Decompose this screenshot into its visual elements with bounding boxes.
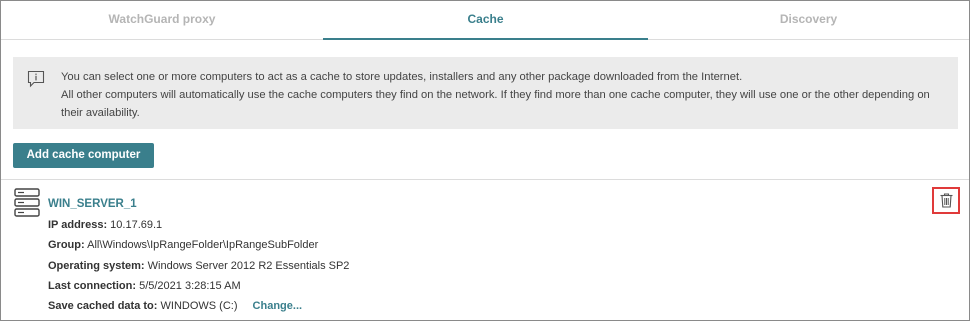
ip-address-label: IP address: [48,219,108,231]
cache-settings-panel: WatchGuard proxy Cache Discovery You can… [0,0,970,321]
save-cached-data-value: WINDOWS (C:) [160,300,238,312]
info-text-line-2: All other computers will automatically u… [61,89,930,119]
last-connection-label: Last connection: [48,280,137,292]
group-value: All\Windows\IpRangeFolder\IpRangeSubFold… [87,239,319,251]
info-comment-icon [27,70,45,88]
ip-address-value: 10.17.69.1 [110,219,163,231]
trash-icon [940,193,953,208]
save-cached-data-label: Save cached data to: [48,300,158,312]
tab-bar: WatchGuard proxy Cache Discovery [1,1,969,40]
last-connection-value: 5/5/2021 3:28:15 AM [139,280,241,292]
last-connection-row: Last connection: 5/5/2021 3:28:15 AM [48,280,241,292]
os-label: Operating system: [48,260,145,272]
change-location-link[interactable]: Change... [253,300,303,312]
os-value: Windows Server 2012 R2 Essentials SP2 [147,260,350,272]
group-label: Group: [48,239,85,251]
tab-cache[interactable]: Cache [323,1,648,40]
add-cache-computer-button[interactable]: Add cache computer [13,143,154,168]
info-text-line-1: You can select one or more computers to … [61,71,743,83]
os-row: Operating system: Windows Server 2012 R2… [48,260,349,272]
delete-cache-computer-button[interactable] [932,187,960,214]
computer-name-link[interactable]: WIN_SERVER_1 [48,198,137,210]
tab-watchguard-proxy[interactable]: WatchGuard proxy [1,1,323,39]
group-row: Group: All\Windows\IpRangeFolder\IpRange… [48,239,318,251]
save-cached-data-row: Save cached data to: WINDOWS (C:) Change… [48,300,302,312]
info-box: You can select one or more computers to … [13,57,958,129]
divider [1,179,969,180]
server-icon [14,188,40,220]
ip-address-row: IP address: 10.17.69.1 [48,219,162,231]
tab-discovery[interactable]: Discovery [648,1,969,39]
